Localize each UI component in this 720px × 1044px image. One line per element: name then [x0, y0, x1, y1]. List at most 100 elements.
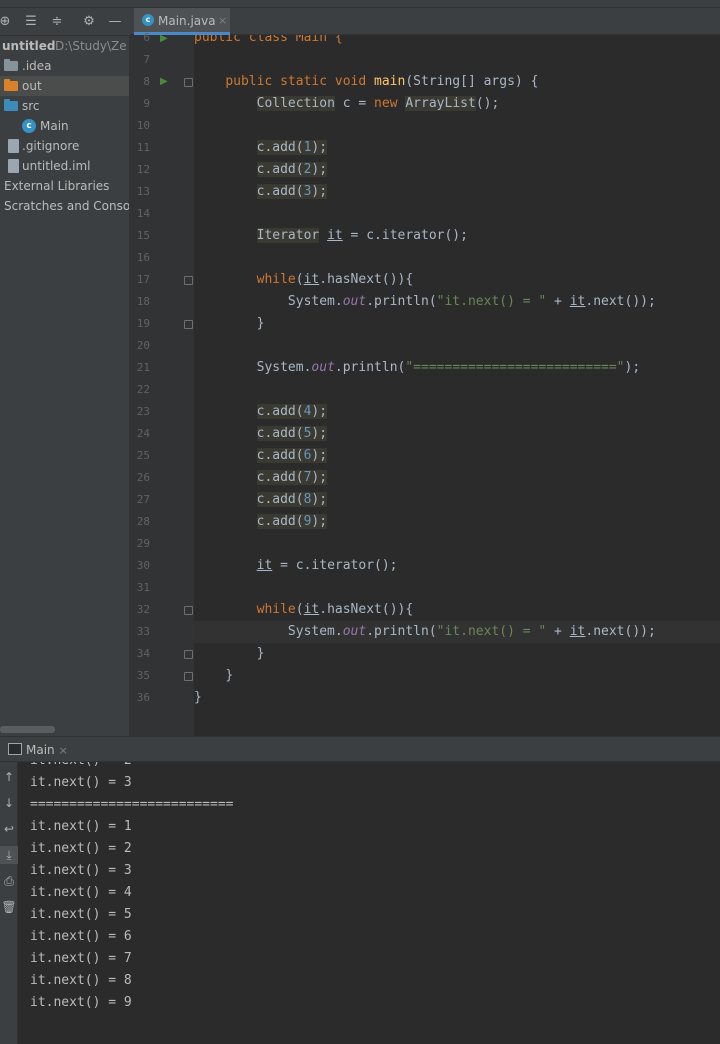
line-number: 20 — [136, 339, 150, 352]
code-token: it — [569, 624, 586, 639]
code-token: c.add( — [256, 514, 304, 529]
code-token: ); — [311, 184, 328, 199]
code-token: c.add( — [256, 492, 304, 507]
run-gutter-icon[interactable]: ▶ — [160, 34, 168, 44]
code-line-17: while(it.hasNext()){ — [194, 269, 720, 291]
code-token: c.add( — [256, 448, 304, 463]
code-token: ( — [295, 272, 304, 287]
tree-item-out[interactable]: out — [0, 76, 129, 96]
code-token: it — [569, 294, 586, 309]
scroll-down-icon[interactable]: ↓ — [0, 794, 18, 812]
code-token: c.add( — [256, 470, 304, 485]
tree-item-src[interactable]: src — [0, 96, 129, 116]
code-token: out — [342, 624, 367, 639]
tree-item-idea[interactable]: .idea — [0, 56, 129, 76]
tree-item-main[interactable]: c Main — [0, 116, 129, 136]
code-token: out — [342, 294, 367, 309]
code-token: } — [256, 316, 265, 331]
line-number: 29 — [136, 537, 150, 550]
code-token: ); — [311, 426, 328, 441]
code-token: main — [374, 74, 406, 89]
fold-icon[interactable] — [184, 606, 193, 615]
java-class-icon: c — [142, 14, 154, 26]
fold-icon[interactable] — [184, 672, 193, 681]
gear-icon[interactable]: ⚙ — [80, 13, 98, 31]
code-token: public static void — [225, 74, 375, 89]
collapse-all-icon[interactable]: ≑ — [48, 13, 66, 31]
tree-horizontal-scrollbar[interactable] — [0, 726, 55, 733]
line-number: 24 — [136, 427, 150, 440]
line-number: 26 — [136, 471, 150, 484]
console-line: it.next() = 8 — [30, 973, 132, 988]
scroll-up-icon[interactable]: ↑ — [0, 768, 18, 786]
code-token: Collection — [256, 96, 335, 111]
code-token: System. — [256, 360, 312, 375]
fold-icon[interactable] — [184, 320, 193, 329]
code-token: c.add( — [256, 426, 304, 441]
print-icon[interactable]: ⎙ — [0, 872, 18, 890]
code-token: it — [303, 602, 320, 617]
console-line: it.next() = 3 — [30, 863, 132, 878]
fold-icon[interactable] — [184, 276, 193, 285]
code-token: + — [546, 294, 570, 309]
tree-item-external-libraries[interactable]: External Libraries — [0, 176, 129, 196]
code-line-23: c.add(4); — [194, 401, 720, 423]
line-number: 21 — [136, 361, 150, 374]
code-token: } — [256, 646, 265, 661]
fold-icon[interactable] — [184, 78, 193, 87]
code-line-34: } — [194, 643, 720, 665]
soft-wrap-icon[interactable]: ↩ — [0, 820, 18, 838]
expand-all-icon[interactable]: ☰ — [22, 13, 40, 31]
code-line-32: while(it.hasNext()){ — [194, 599, 720, 621]
code-token: c.add( — [256, 162, 304, 177]
tree-item-label: out — [22, 79, 42, 93]
add-content-root-icon[interactable]: ⊕ — [0, 13, 14, 31]
code-line-27: c.add(8); — [194, 489, 720, 511]
code-editor[interactable]: public class Main { public static void m… — [194, 35, 720, 736]
code-line-35: } — [194, 665, 720, 687]
code-token: ); — [311, 448, 328, 463]
minimize-icon[interactable]: — — [106, 13, 124, 31]
scroll-to-end-icon[interactable]: ⤓ — [0, 846, 18, 864]
run-tab-label: Main — [26, 743, 55, 757]
close-tab-icon[interactable]: × — [218, 8, 227, 34]
code-token: c.add( — [256, 140, 304, 155]
code-token: + — [546, 624, 570, 639]
code-line-6: public class Main { — [194, 35, 720, 49]
code-token: System. — [287, 624, 343, 639]
code-line-36: } — [194, 687, 720, 709]
line-number: 32 — [136, 603, 150, 616]
code-token: c.add( — [256, 404, 304, 419]
run-gutter-icon[interactable]: ▶ — [160, 77, 168, 87]
code-token: it — [256, 558, 273, 573]
tree-item-scratches[interactable]: Scratches and Consoles — [0, 196, 129, 216]
code-token: (); — [475, 96, 500, 111]
console-line: it.next() = 5 — [30, 907, 132, 922]
run-tab-main[interactable]: Main × — [8, 741, 68, 760]
tree-item-gitignore[interactable]: .gitignore — [0, 136, 129, 156]
tree-root-untitled[interactable]: untitled D:\Study\Ze — [0, 36, 129, 56]
line-number: 11 — [136, 141, 150, 154]
code-token: ); — [311, 162, 328, 177]
code-line-19: } — [194, 313, 720, 335]
line-number: 8 — [143, 75, 150, 88]
code-token: ); — [624, 360, 641, 375]
line-number: 13 — [136, 185, 150, 198]
editor-gutter: 6 7 8 9 10 11 12 13 14 15 16 17 18 19 20… — [130, 31, 194, 736]
clear-icon[interactable]: 🗑 — [0, 898, 18, 916]
code-token: } — [225, 668, 234, 683]
code-token: ArrayList — [405, 96, 476, 111]
module-file-icon — [8, 159, 19, 173]
tree-item-iml[interactable]: untitled.iml — [0, 156, 129, 176]
code-token: .hasNext()){ — [319, 272, 414, 287]
tree-item-label: src — [22, 99, 40, 113]
fold-icon[interactable] — [184, 650, 193, 659]
console-output[interactable]: it.next() = 2 it.next() = 3 ============… — [18, 762, 720, 1044]
code-token: while — [256, 602, 296, 617]
close-tab-icon[interactable]: × — [59, 744, 68, 757]
code-token: new — [374, 96, 406, 111]
tree-item-label: untitled.iml — [22, 159, 91, 173]
code-token: (String[] args) { — [405, 74, 539, 89]
tree-item-label: .idea — [22, 59, 52, 73]
window-top-strip — [0, 0, 720, 8]
